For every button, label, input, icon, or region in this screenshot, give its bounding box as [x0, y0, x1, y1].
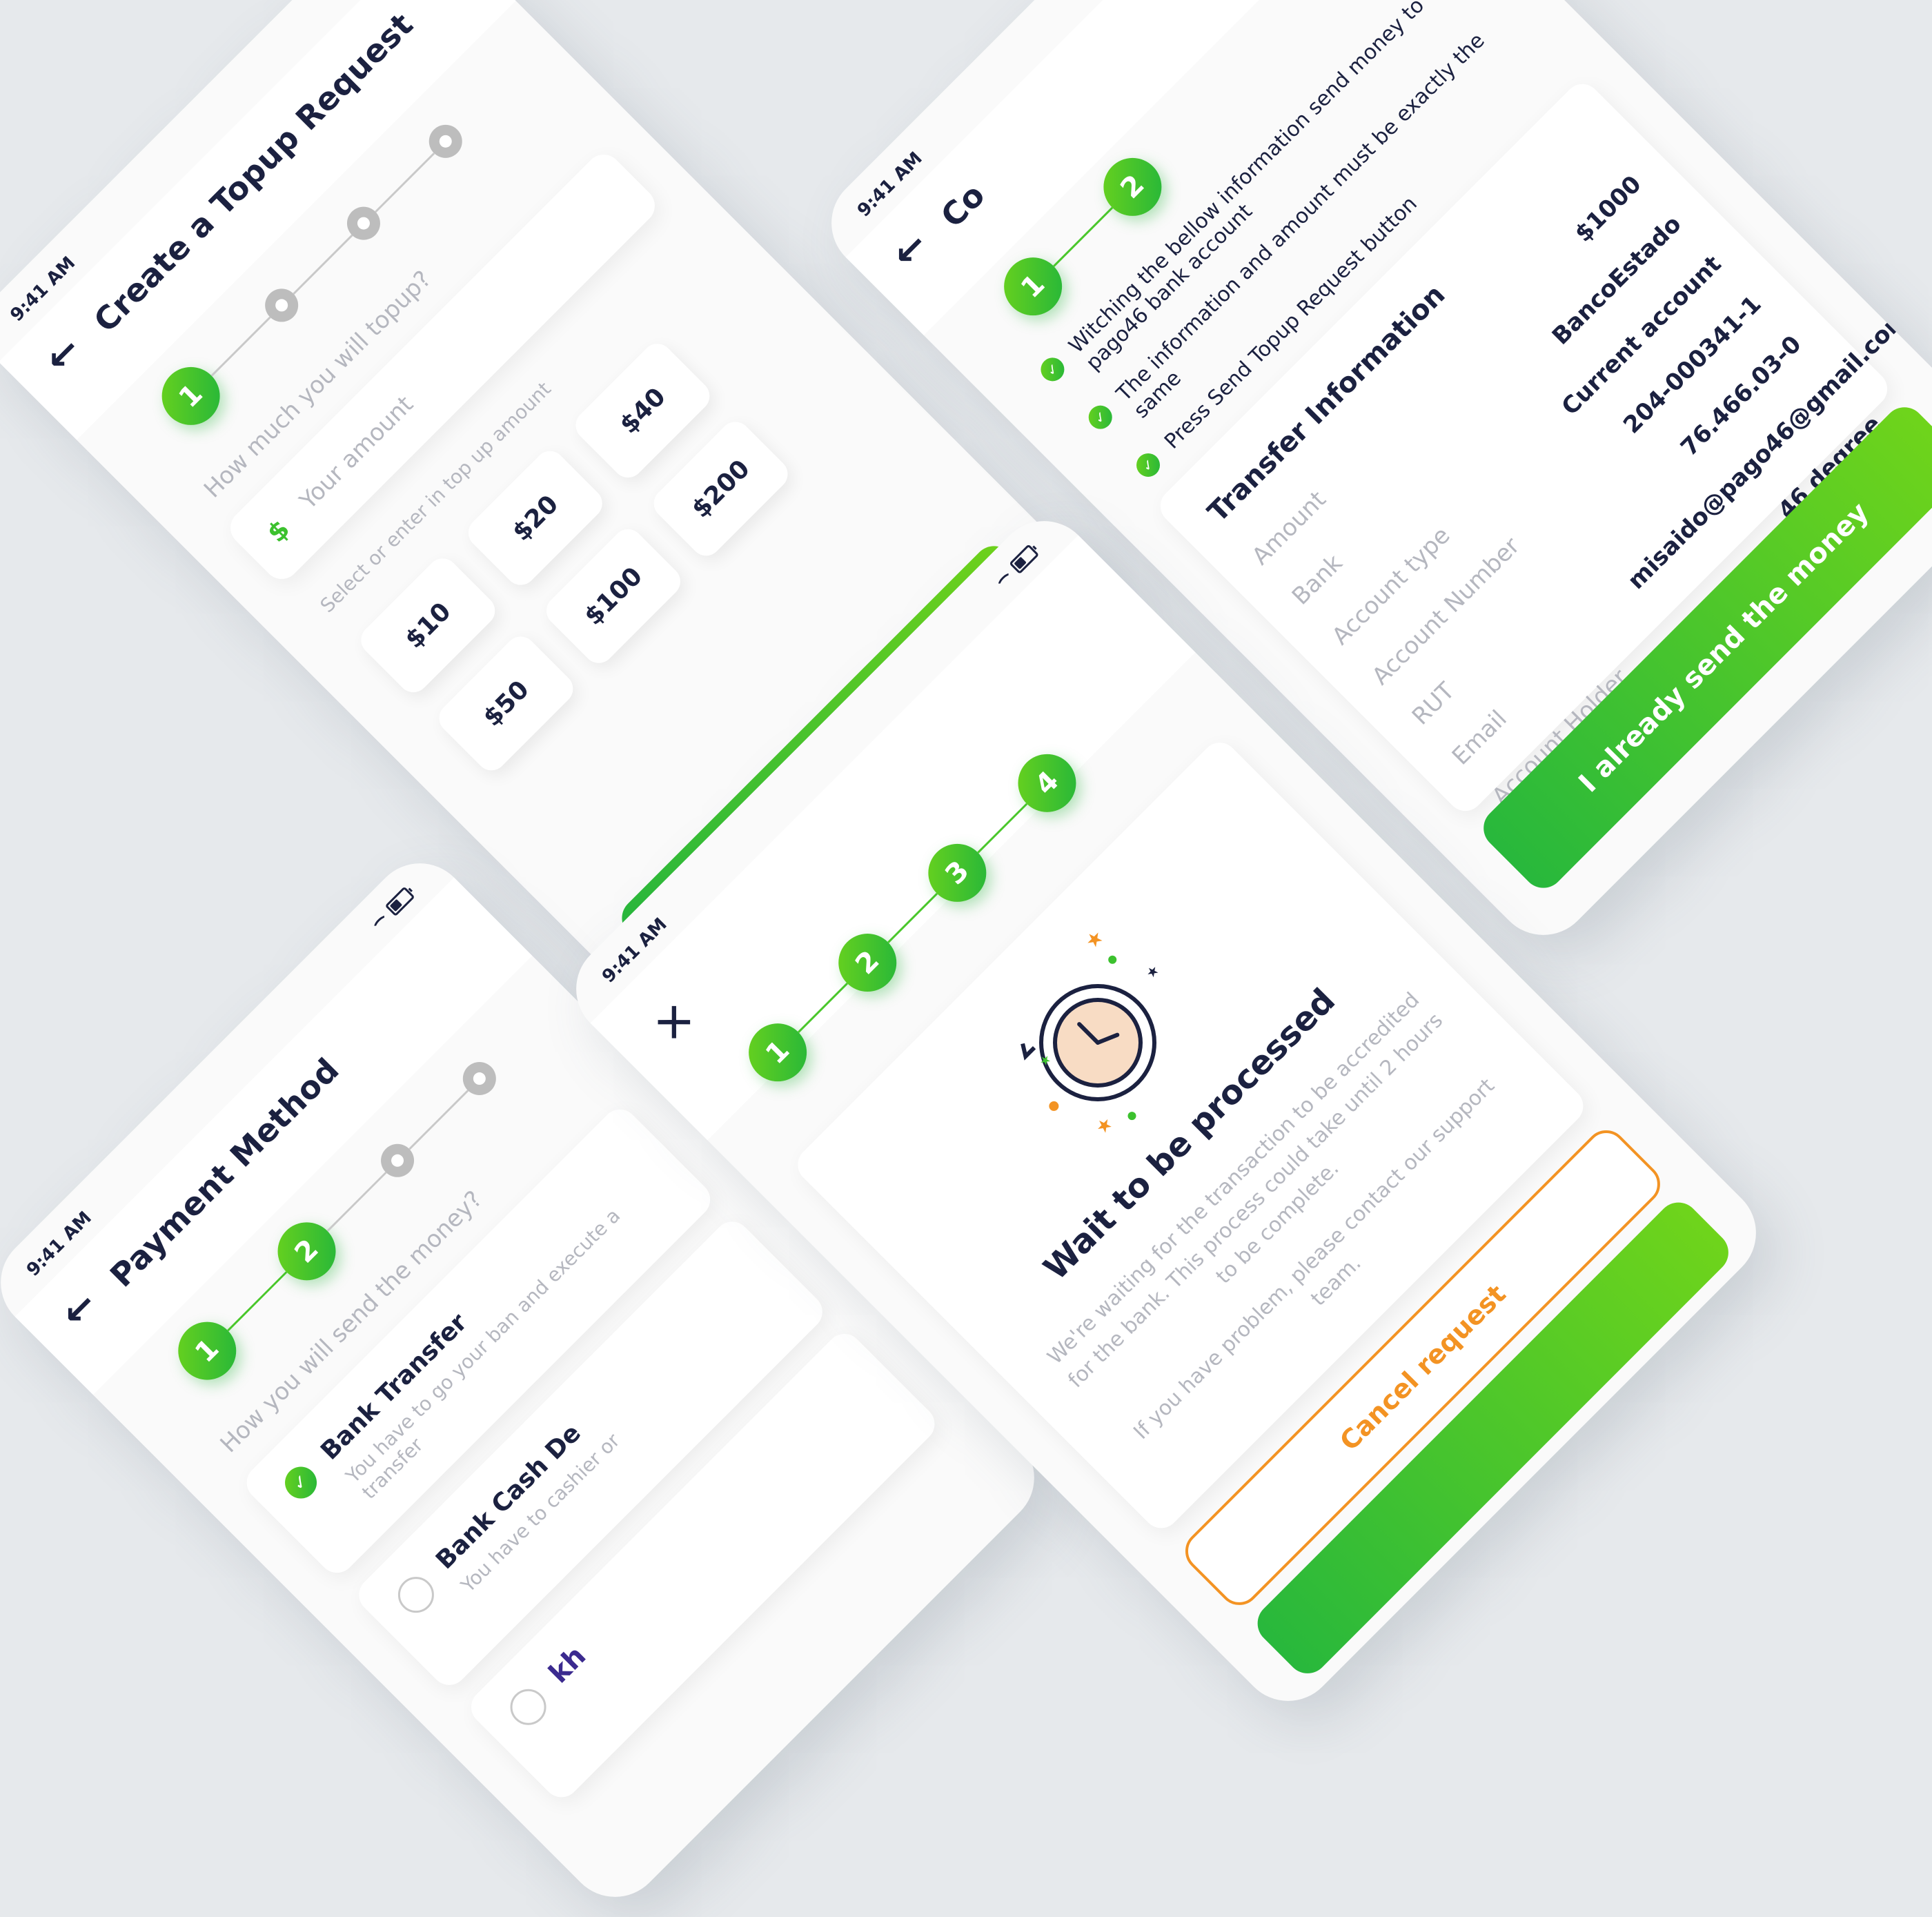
- svg-text:★: ★: [1081, 925, 1109, 954]
- row-value: $1000: [1569, 170, 1647, 248]
- svg-text:★: ★: [1142, 961, 1163, 982]
- check-icon: ✓: [1083, 400, 1117, 434]
- row-label: Bank: [1286, 549, 1348, 611]
- step-connector: [226, 1270, 287, 1331]
- amount-input[interactable]: Your amount: [295, 391, 419, 515]
- radio-icon: [391, 1569, 442, 1620]
- step-connector: [797, 982, 848, 1033]
- currency-symbol: $: [261, 513, 296, 549]
- wifi-icon: [994, 569, 1015, 590]
- step-connector: [976, 803, 1027, 854]
- radio-icon: [502, 1681, 554, 1733]
- row-label: Email: [1446, 705, 1512, 771]
- row-value: 204-000341-1: [1618, 290, 1767, 440]
- row-label: Account Number: [1366, 532, 1526, 691]
- step-connector: [374, 152, 435, 213]
- row-label: RUT: [1406, 677, 1461, 731]
- check-icon: ✓: [1036, 353, 1070, 386]
- step-connector: [1052, 206, 1113, 267]
- battery-icon: [1009, 544, 1040, 575]
- option-title: kh: [542, 1640, 593, 1690]
- check-icon: ✓: [1131, 448, 1165, 482]
- battery-icon: [384, 886, 415, 917]
- svg-text:★: ★: [1036, 1052, 1054, 1070]
- svg-text:★: ★: [1092, 1113, 1118, 1139]
- step-connector: [887, 892, 938, 943]
- step-connector: [293, 234, 353, 295]
- selected-check-icon: ✓: [278, 1459, 324, 1506]
- step-connector: [408, 1089, 469, 1150]
- wifi-icon: [370, 912, 391, 932]
- step-connector: [210, 316, 271, 377]
- step-connector: [326, 1171, 387, 1232]
